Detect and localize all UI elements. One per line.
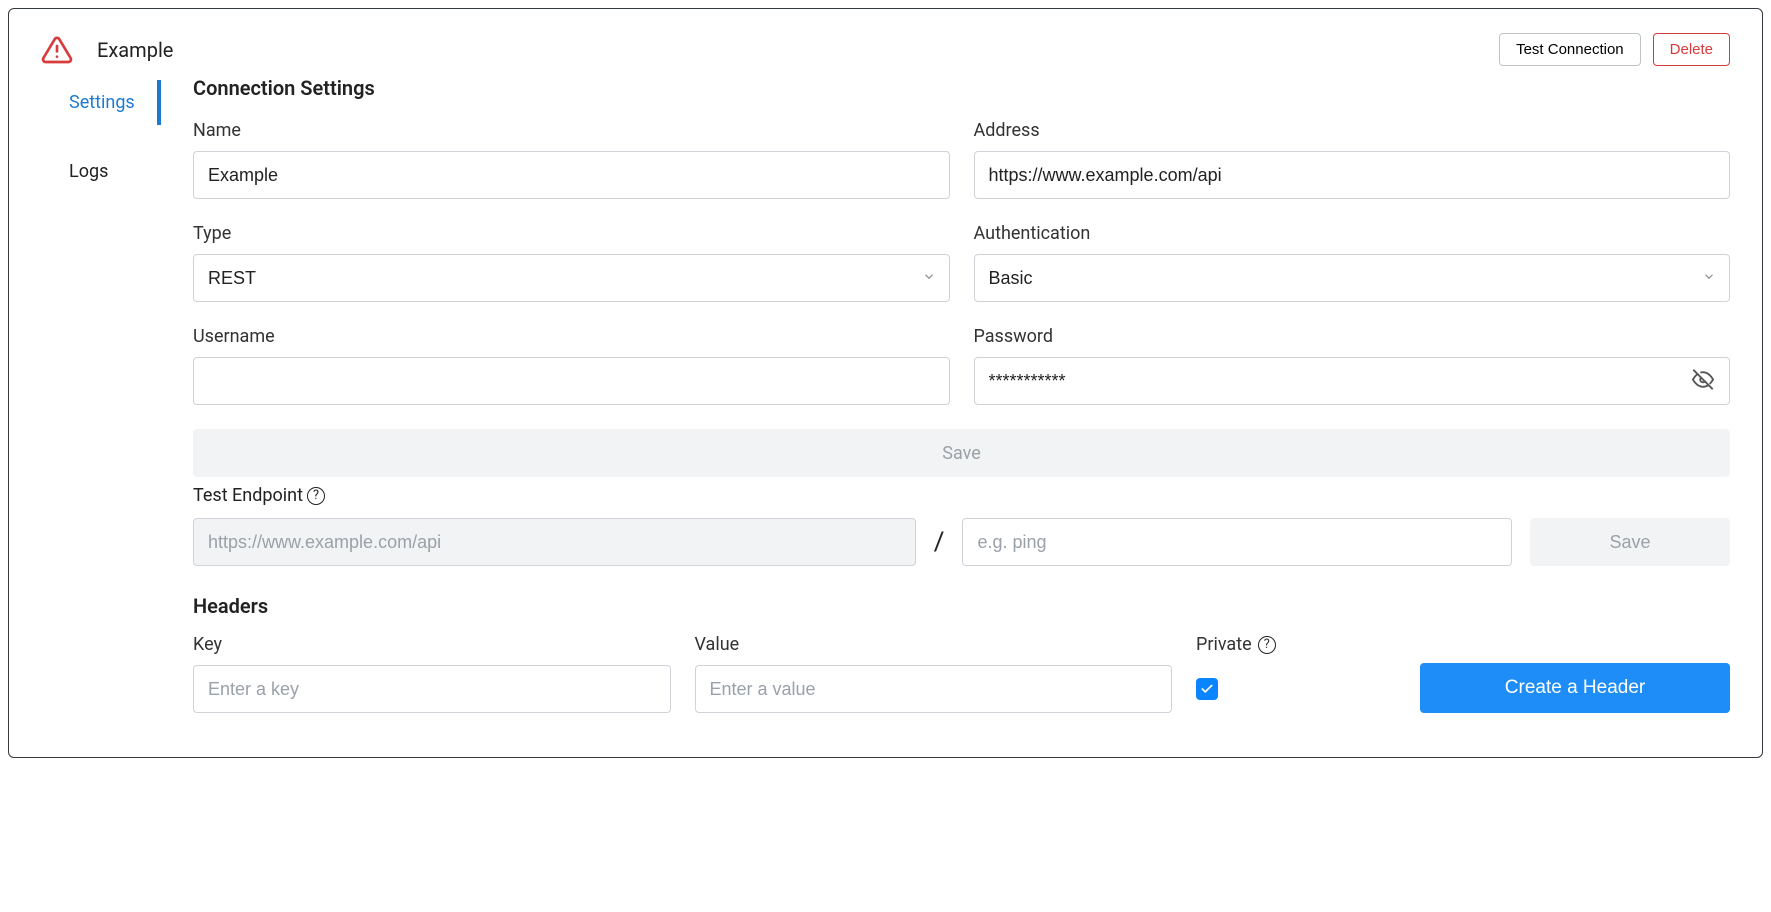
field-username: Username xyxy=(193,326,950,405)
username-input[interactable] xyxy=(193,357,950,405)
headers-row: Key Value Private ? xyxy=(193,634,1730,713)
section-title: Connection Settings xyxy=(193,76,1730,100)
endpoint-base-input xyxy=(193,518,916,566)
help-icon[interactable]: ? xyxy=(307,487,325,505)
check-icon xyxy=(1200,682,1214,696)
endpoint-row: / Save xyxy=(193,518,1730,566)
header-key-label: Key xyxy=(193,634,671,655)
app-frame: Example Test Connection Delete Settings … xyxy=(8,8,1763,758)
delete-button[interactable]: Delete xyxy=(1653,33,1730,66)
eye-off-icon xyxy=(1692,379,1714,394)
form-grid: Name Address Type xyxy=(193,120,1730,405)
test-endpoint-label: Test Endpoint xyxy=(193,485,303,506)
test-endpoint-label-row: Test Endpoint ? xyxy=(193,485,325,506)
toggle-password-visibility-button[interactable] xyxy=(1686,363,1720,400)
name-input[interactable] xyxy=(193,151,950,199)
type-label: Type xyxy=(193,223,950,244)
top-bar-left: Example xyxy=(41,34,173,66)
header-key-input[interactable] xyxy=(193,665,671,713)
page-title: Example xyxy=(97,38,173,62)
header-value-input[interactable] xyxy=(695,665,1173,713)
header-private-label-row: Private ? xyxy=(1196,634,1396,655)
type-select[interactable] xyxy=(193,254,950,302)
header-value-label: Value xyxy=(695,634,1173,655)
help-icon[interactable]: ? xyxy=(1258,636,1276,654)
field-address: Address xyxy=(974,120,1731,199)
save-button[interactable]: Save xyxy=(193,429,1730,477)
address-label: Address xyxy=(974,120,1731,141)
endpoint-path-input[interactable] xyxy=(962,518,1512,566)
field-type: Type xyxy=(193,223,950,302)
name-label: Name xyxy=(193,120,950,141)
alert-triangle-icon xyxy=(41,34,73,66)
field-name: Name xyxy=(193,120,950,199)
test-connection-button[interactable]: Test Connection xyxy=(1499,33,1641,66)
create-header-button[interactable]: Create a Header xyxy=(1420,663,1730,713)
top-bar: Example Test Connection Delete xyxy=(41,33,1730,66)
endpoint-slash: / xyxy=(934,527,945,557)
header-key-col: Key xyxy=(193,634,671,713)
headers-title: Headers xyxy=(193,594,1730,618)
private-checkbox[interactable] xyxy=(1196,678,1218,700)
address-input[interactable] xyxy=(974,151,1731,199)
tab-logs[interactable]: Logs xyxy=(41,149,161,194)
field-authentication: Authentication xyxy=(974,223,1731,302)
password-label: Password xyxy=(974,326,1731,347)
header-private-label: Private xyxy=(1196,634,1252,655)
header-private-col: Private ? xyxy=(1196,634,1396,713)
save-endpoint-button[interactable]: Save xyxy=(1530,518,1730,566)
username-label: Username xyxy=(193,326,950,347)
body-row: Settings Logs Connection Settings Name A… xyxy=(41,74,1730,713)
authentication-label: Authentication xyxy=(974,223,1731,244)
authentication-select[interactable] xyxy=(974,254,1731,302)
password-input[interactable] xyxy=(974,357,1731,405)
tab-settings[interactable]: Settings xyxy=(41,80,161,125)
header-value-col: Value xyxy=(695,634,1173,713)
top-actions: Test Connection Delete xyxy=(1499,33,1730,66)
side-tabs: Settings Logs xyxy=(41,74,161,218)
field-password: Password xyxy=(974,326,1731,405)
content: Connection Settings Name Address Type xyxy=(185,74,1730,713)
